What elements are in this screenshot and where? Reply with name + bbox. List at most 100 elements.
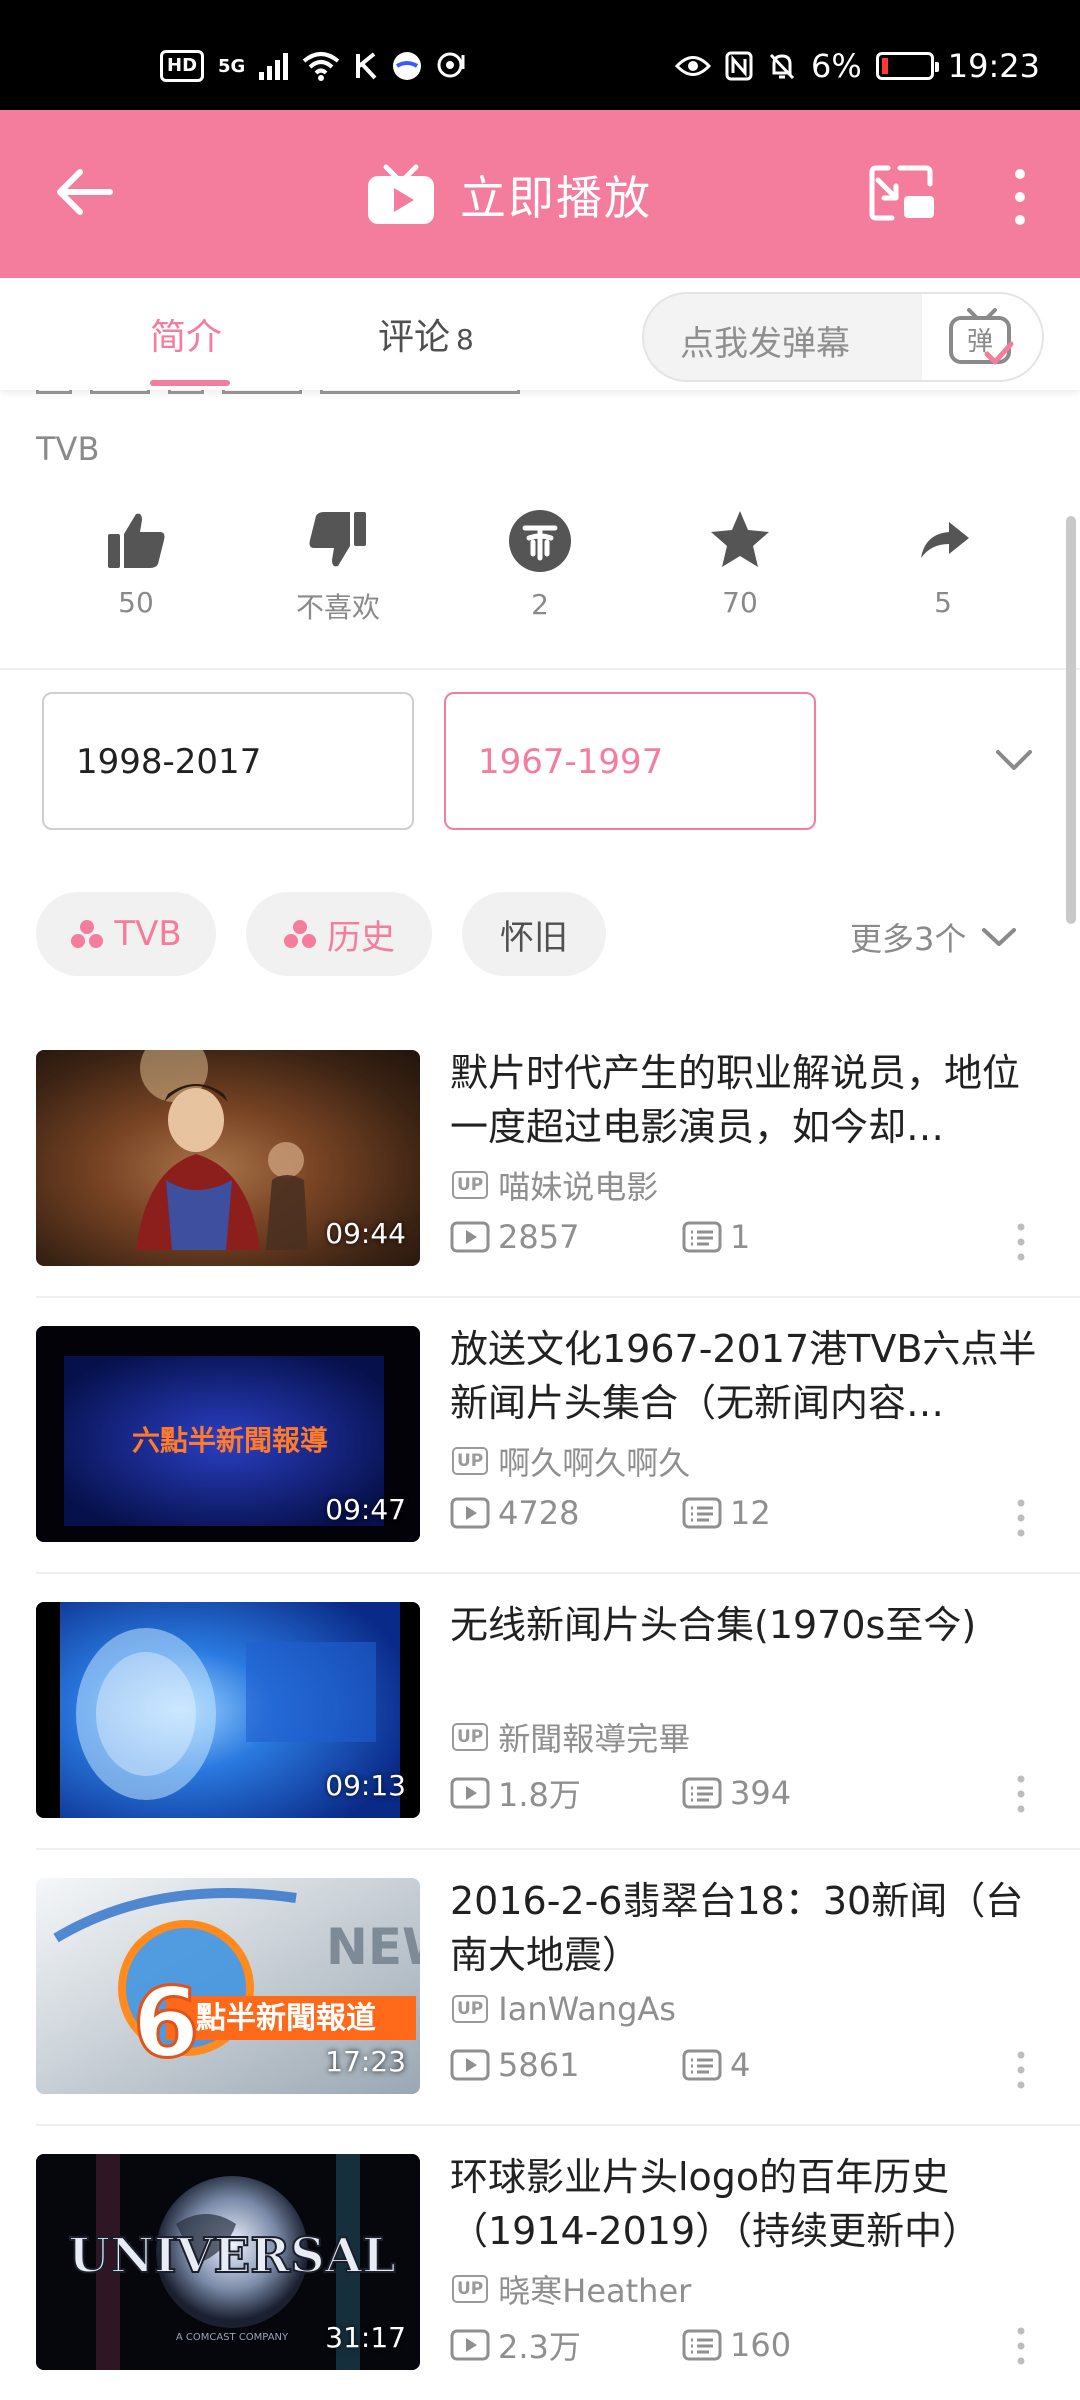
- eye-icon: [675, 56, 712, 76]
- danmaku-button[interactable]: 弹: [922, 294, 1042, 380]
- danmaku-count-icon: [682, 2329, 722, 2361]
- danmaku-count-icon: [682, 1497, 722, 1529]
- thumbnail-word: NEW: [326, 1918, 420, 1976]
- video-stats: 5861 4: [450, 2046, 750, 2084]
- up-badge: UP: [452, 1723, 489, 1751]
- video-stats: 2857 1: [450, 1218, 750, 1256]
- tag-chip[interactable]: TVB: [36, 892, 216, 976]
- danmaku-count-value: 394: [730, 1774, 792, 1812]
- play-count: 5861: [450, 2046, 682, 2084]
- clock: 19:23: [947, 47, 1040, 85]
- video-thumbnail[interactable]: 09:13: [36, 1602, 420, 1818]
- video-thumbnail[interactable]: 09:44: [36, 1050, 420, 1266]
- mute-icon: [769, 53, 795, 80]
- app-icon: [393, 52, 422, 80]
- video-uploader[interactable]: UP IanWangAs: [452, 1990, 676, 2028]
- list-divider: [36, 1296, 1080, 1298]
- thumbs-down-icon: [309, 512, 366, 567]
- thumbnail-subtext: A COMCAST COMPANY: [176, 2332, 289, 2343]
- up-badge: UP: [452, 1995, 489, 2023]
- more-options-icon[interactable]: [1014, 1222, 1028, 1262]
- video-thumbnail[interactable]: NEW 點半新聞報道 6 17:23: [36, 1878, 420, 2094]
- battery-percent: 6%: [811, 47, 862, 85]
- favorite-button[interactable]: 70: [670, 508, 810, 619]
- video-item[interactable]: 六點半新聞報導 09:47 放送文化1967-2017港TVB六点半新闻片头集合…: [0, 1326, 1080, 1602]
- up-badge: UP: [452, 2275, 489, 2303]
- thumbnail-logo-text: UNIVERSAL: [68, 2228, 396, 2284]
- video-title[interactable]: 默片时代产生的职业解说员，地位一度超过电影演员，如今却…: [450, 1046, 1050, 1154]
- like-button[interactable]: 50: [66, 508, 206, 619]
- more-options-icon[interactable]: [1014, 2050, 1028, 2090]
- tab-comments[interactable]: 评论 8: [378, 308, 474, 360]
- chevron-down-icon[interactable]: [992, 740, 1036, 780]
- more-options-icon[interactable]: [1014, 1498, 1028, 1538]
- tab-intro[interactable]: 简介: [150, 308, 222, 360]
- status-bar: HD 5G 6% 19:23: [0, 0, 1080, 110]
- uploader-name: 新聞報導完畢: [498, 1720, 691, 1758]
- video-item[interactable]: UNIVERSAL A COMCAST COMPANY 31:17 环球影业片头…: [0, 2154, 1080, 2400]
- nfc-icon: [725, 51, 753, 81]
- back-arrow-icon[interactable]: [52, 160, 116, 224]
- tag-label: 历史: [327, 917, 395, 958]
- coin-icon: [509, 510, 571, 572]
- season-option-selected[interactable]: 1967-1997: [444, 692, 816, 830]
- video-title[interactable]: 环球影业片头logo的百年历史（1914-2019）（持续更新中）: [450, 2150, 1050, 2258]
- play-count-value: 1.8万: [498, 1776, 581, 1814]
- video-uploader[interactable]: UP 晓寒Heather: [452, 2266, 691, 2312]
- uploader-name: 晓寒Heather: [498, 2272, 692, 2310]
- tag-chip[interactable]: 历史: [246, 892, 432, 976]
- thumbnail-caption: 六點半新聞報導: [132, 1424, 328, 1457]
- list-divider: [36, 1848, 1080, 1850]
- danmaku-count: 4: [682, 2046, 750, 2084]
- danmaku-count: 12: [682, 1494, 771, 1532]
- comments-count: 8: [456, 323, 474, 356]
- video-thumbnail[interactable]: 六點半新聞報導 09:47: [36, 1326, 420, 1542]
- uploader-tag: TVB: [36, 430, 100, 468]
- video-title[interactable]: 无线新闻片头合集(1970s至今): [450, 1598, 1050, 1652]
- tag-chip[interactable]: 怀旧: [462, 892, 606, 976]
- thumbnail-number: 6: [133, 1967, 200, 2079]
- action-bar: 50 不喜欢 2 70 5: [0, 508, 1080, 668]
- danmaku-placeholder: 点我发弹幕: [680, 324, 850, 364]
- play-count-icon: [450, 1221, 490, 1253]
- danmaku-count: 394: [682, 1774, 791, 1812]
- chevron-down-icon: [982, 928, 1017, 946]
- k-icon: [356, 52, 377, 80]
- dislike-button[interactable]: 不喜欢: [268, 508, 408, 626]
- video-item[interactable]: 09:13 无线新闻片头合集(1970s至今) UP 新聞報導完畢 1.8万 39…: [0, 1602, 1080, 1878]
- coin-button[interactable]: 2: [470, 508, 610, 621]
- danmaku-count-value: 4: [730, 2046, 751, 2084]
- danmaku-count-value: 12: [730, 1494, 771, 1532]
- danmaku-count: 160: [682, 2326, 791, 2364]
- hd-icon: HD: [160, 50, 205, 82]
- danmaku-count-value: 1: [730, 1218, 751, 1256]
- more-options-icon[interactable]: [1014, 2326, 1028, 2366]
- video-item[interactable]: 09:44 默片时代产生的职业解说员，地位一度超过电影演员，如今却… UP 喵妹说…: [0, 1050, 1080, 1326]
- cast-icon[interactable]: [866, 162, 936, 224]
- more-vertical-icon[interactable]: [1000, 166, 1040, 228]
- play-now-button[interactable]: 立即播放: [366, 160, 652, 230]
- video-item[interactable]: NEW 點半新聞報道 6 17:23 2016-2-6翡翠台18：30新闻（台南…: [0, 1878, 1080, 2154]
- video-title[interactable]: 放送文化1967-2017港TVB六点半新闻片头集合（无新闻内容…: [450, 1322, 1050, 1430]
- video-uploader[interactable]: UP 啊久啊久啊久: [452, 1438, 690, 1484]
- season-option[interactable]: 1998-2017: [42, 692, 414, 830]
- video-thumbnail[interactable]: UNIVERSAL A COMCAST COMPANY 31:17: [36, 2154, 420, 2370]
- video-duration: 31:17: [325, 2321, 406, 2354]
- app-header: 立即播放: [0, 110, 1080, 278]
- video-uploader[interactable]: UP 喵妹说电影: [452, 1162, 658, 1208]
- tv-play-icon: [368, 164, 434, 224]
- video-title[interactable]: 2016-2-6翡翠台18：30新闻（台南大地震）: [450, 1874, 1050, 1982]
- video-duration: 09:47: [325, 1493, 406, 1526]
- more-tags-button[interactable]: 更多3个: [850, 914, 1018, 960]
- tab-comments-label: 评论: [378, 317, 451, 358]
- share-button[interactable]: 5: [873, 508, 1013, 619]
- play-count-icon: [450, 1777, 490, 1809]
- network-type: 5G: [218, 55, 246, 77]
- play-count-value: 2.3万: [498, 2328, 581, 2366]
- scrollbar[interactable]: [1066, 516, 1076, 924]
- video-uploader[interactable]: UP 新聞報導完畢: [452, 1714, 690, 1760]
- danmaku-icon: 弹: [949, 308, 1014, 365]
- danmaku-input[interactable]: 点我发弹幕 弹: [642, 292, 1044, 382]
- more-options-icon[interactable]: [1014, 1774, 1028, 1814]
- tab-indicator: [150, 380, 230, 386]
